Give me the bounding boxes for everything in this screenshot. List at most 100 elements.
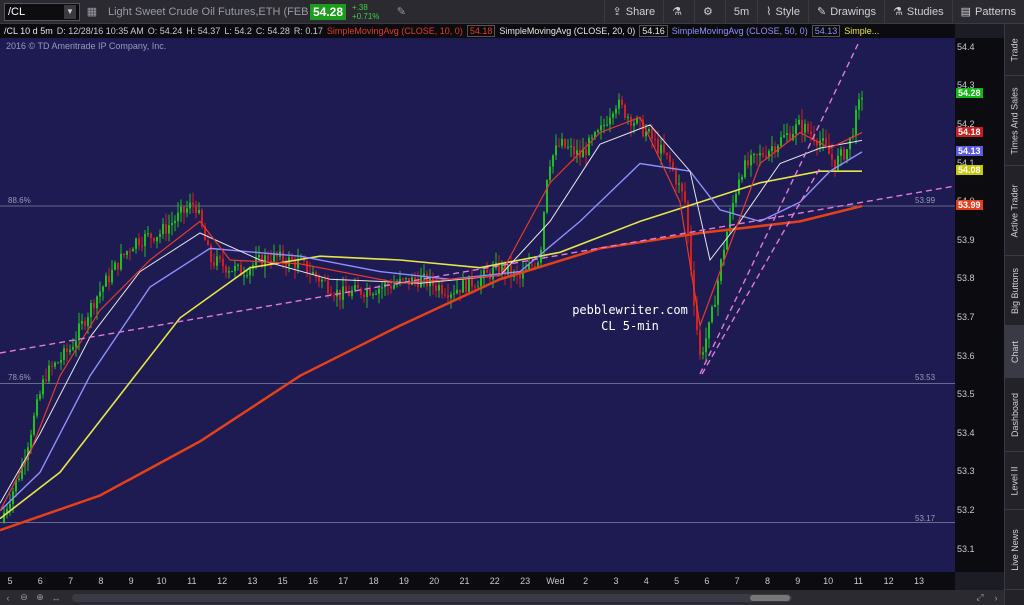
side-tab-trade[interactable]: Trade <box>1005 24 1024 76</box>
candle-body <box>141 245 143 247</box>
price-tick-label: 53.3 <box>957 466 975 477</box>
more-studies-label[interactable]: Simple... <box>844 26 879 36</box>
side-tab-chart[interactable]: Chart <box>1005 326 1024 378</box>
pencil-icon: ✎ <box>816 6 827 18</box>
pan-left-icon[interactable]: ‹ <box>0 593 16 603</box>
time-axis[interactable]: 5 6 7 8 9 10 11 12 13 15 16 17 18 19 20 21 22 23 Wed 2 3 4 5 6 7… <box>0 572 955 590</box>
interval-button[interactable]: 5m <box>724 0 757 24</box>
time-tick-label: 8 <box>764 576 771 586</box>
candle-body <box>447 295 449 298</box>
time-tick-label: 3 <box>613 576 619 586</box>
edit-icon[interactable]: ✎ <box>393 5 409 18</box>
candle-body <box>492 267 494 280</box>
pan-right-icon[interactable]: › <box>988 593 1004 603</box>
scrollbar-thumb[interactable] <box>750 594 790 601</box>
candle-body <box>339 289 341 300</box>
candle-body <box>291 257 293 261</box>
interval-label: 5m <box>733 5 750 18</box>
candle-body <box>159 233 161 237</box>
candle-body <box>54 362 56 367</box>
price-axis[interactable]: 54.454.354.254.154.053.953.853.753.653.5… <box>955 38 1004 572</box>
candle-body <box>615 108 617 114</box>
candle-body <box>48 365 50 382</box>
share-label: Share <box>625 5 656 18</box>
candle-body <box>675 170 677 185</box>
expand-icon[interactable]: ⤢ <box>972 592 988 603</box>
side-tab-times-and-sales[interactable]: Times And Sales <box>1005 76 1024 166</box>
sma50-label[interactable]: SimpleMovingAvg (CLOSE, 50, 0) <box>672 26 808 36</box>
candle-body <box>603 124 605 126</box>
sma20-line <box>0 124 863 504</box>
patterns-icon: ▤ <box>960 6 972 18</box>
side-tab-live-news[interactable]: Live News <box>1005 510 1024 590</box>
candle-body <box>135 238 137 249</box>
candle-body <box>57 362 59 364</box>
time-tick-label: 9 <box>128 576 134 586</box>
candle-body <box>804 123 806 133</box>
zoom-in-icon[interactable]: ⊕ <box>32 592 48 603</box>
side-tab-label: Times And Sales <box>1010 86 1021 155</box>
sma10-label[interactable]: SimpleMovingAvg (CLOSE, 10, 0) <box>327 26 463 36</box>
style-button[interactable]: ⌇ Style <box>757 0 808 24</box>
chart-scrollbar[interactable] <box>72 593 792 602</box>
price-chart[interactable]: 2016 © TD Ameritrade IP Company, Inc. 88… <box>0 38 955 572</box>
candle-body <box>87 317 89 327</box>
drawings-button[interactable]: ✎ Drawings <box>807 0 884 24</box>
fit-icon[interactable]: ↔ <box>48 593 64 603</box>
candle-body <box>186 208 188 213</box>
side-tab-level-ii[interactable]: Level II <box>1005 452 1024 510</box>
bar-close: C: 54.28 <box>255 26 290 36</box>
share-button[interactable]: ⇪ Share <box>603 0 664 24</box>
zoom-out-icon[interactable]: ⊖ <box>16 592 32 603</box>
style-label: Style <box>775 5 800 18</box>
time-tick-label: 13 <box>247 576 258 586</box>
candle-body <box>519 274 521 279</box>
candle-body <box>450 294 452 298</box>
studies-header: /CL 10 d 5m D: 12/28/16 10:35 AM O: 54.2… <box>0 24 955 38</box>
symbol-selector[interactable]: /CL ▼ <box>4 2 80 21</box>
candle-body <box>345 286 347 293</box>
candle-body <box>189 202 191 209</box>
side-tab-label: Level II <box>1010 465 1020 496</box>
studies-button[interactable]: ⚗ Studies <box>884 0 952 24</box>
price-tick-label: 53.6 <box>957 350 975 361</box>
candle-body <box>411 277 413 285</box>
side-tab-dashboard[interactable]: Dashboard <box>1005 378 1024 452</box>
candle-body <box>69 349 71 353</box>
grid-icon[interactable]: ▦ <box>84 5 100 18</box>
toolbar-actions: ⇪ Share ⚗ ⚙ 5m ⌇ Style ✎ Drawings ⚗ Studies … <box>603 0 1024 24</box>
candle-body <box>402 278 404 280</box>
candle-body <box>180 206 182 213</box>
change-percent: +0.71% <box>352 11 380 21</box>
candle-body <box>351 290 353 296</box>
candle-body <box>333 295 335 297</box>
candle-body <box>225 266 227 273</box>
price-tick-label: 53.9 <box>957 234 975 245</box>
candle-body <box>555 145 557 156</box>
candle-body <box>708 322 710 339</box>
candle-body <box>318 276 320 282</box>
settings-button[interactable]: ⚙ <box>693 0 725 24</box>
candle-body <box>372 293 374 296</box>
sma-yellow-line <box>0 170 862 520</box>
candle-body <box>567 146 569 148</box>
chevron-down-icon[interactable]: ▼ <box>64 4 76 19</box>
price-tick-label: 54.4 <box>957 41 975 52</box>
bar-open: O: 54.24 <box>147 26 183 36</box>
candle-body <box>564 139 566 148</box>
side-tab-active-trader[interactable]: Active Trader <box>1005 166 1024 256</box>
candle-body <box>153 237 155 242</box>
sma20-label[interactable]: SimpleMovingAvg (CLOSE, 20, 0) <box>499 26 635 36</box>
candle-body <box>786 132 788 136</box>
chart-canvas[interactable] <box>0 38 955 572</box>
candle-body <box>183 206 185 213</box>
side-tab-big-buttons[interactable]: Big Buttons <box>1005 256 1024 326</box>
patterns-button[interactable]: ▤ Patterns <box>951 0 1024 24</box>
candle-body <box>765 155 767 158</box>
candle-body <box>837 155 839 171</box>
side-panel: Trade Times And Sales Active Trader Big But… <box>1004 24 1024 605</box>
side-tab-label: Chart <box>1010 340 1021 363</box>
bar-range: R: 0.17 <box>293 26 323 36</box>
flask-button[interactable]: ⚗ <box>663 0 694 24</box>
candle-body <box>150 233 152 238</box>
